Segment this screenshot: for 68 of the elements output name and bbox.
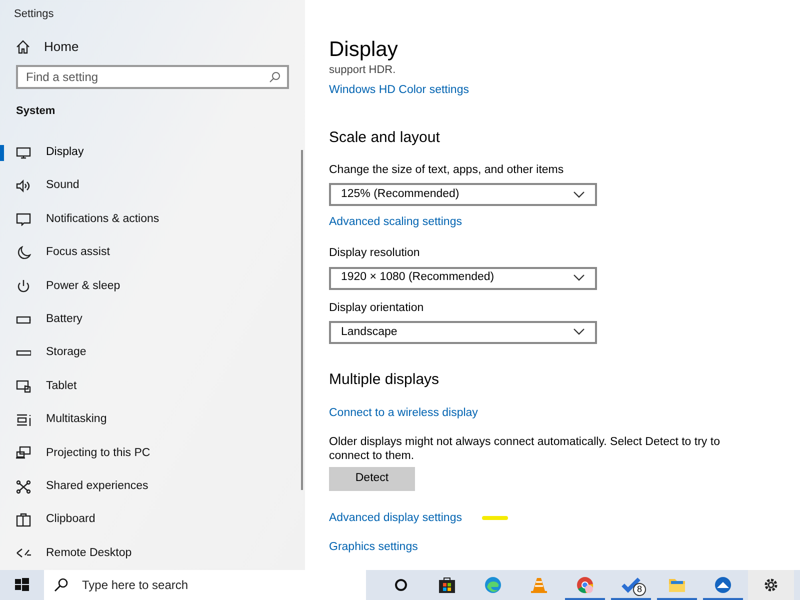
chevron-down-icon — [573, 328, 585, 336]
shared-icon — [16, 480, 31, 494]
highlight-mark — [482, 516, 508, 520]
taskbar-search-field[interactable]: Type here to search — [44, 570, 366, 600]
link[interactable]: Graphics settings — [329, 538, 418, 556]
windows-icon — [15, 578, 29, 591]
running-indicator — [703, 598, 743, 600]
sidebar-item[interactable]: Notifications & actions — [0, 202, 305, 236]
home-icon — [16, 40, 30, 54]
mountain-circle-icon — [713, 575, 733, 595]
description-text: support HDR. — [329, 64, 396, 76]
message-icon — [16, 212, 31, 226]
moon-icon — [16, 246, 31, 260]
chevron-down-icon — [573, 274, 585, 282]
traffic-cone-icon — [529, 575, 549, 595]
sidebar-item[interactable]: Multitasking — [0, 403, 305, 436]
search-icon — [54, 578, 68, 592]
checkmark-icon — [621, 575, 641, 595]
sidebar-item[interactable]: Clipboard — [0, 503, 305, 537]
shopping-bag-icon — [437, 575, 457, 595]
link[interactable]: Connect to a wireless display — [329, 405, 478, 422]
page-title: Display — [329, 37, 399, 63]
projecting-icon — [16, 446, 31, 460]
remote-icon — [16, 546, 31, 560]
power-icon — [16, 279, 31, 294]
search-field[interactable]: Find a setting — [16, 65, 289, 90]
sidebar-item[interactable]: Storage — [0, 336, 305, 370]
chevron-down-icon — [573, 190, 585, 198]
taskbar-app[interactable]: 8 — [608, 570, 654, 600]
search-icon — [269, 71, 281, 84]
link[interactable]: Advanced scaling settings — [329, 214, 462, 232]
section-heading: Multiple displays — [329, 370, 440, 390]
dropdown[interactable]: 125% (Recommended) — [329, 183, 597, 206]
description-text: Older displays might not always connect automatically. Select Detect to try to connect to them. — [329, 434, 721, 462]
running-indicator — [657, 598, 697, 600]
field-label: Display resolution — [329, 246, 421, 262]
monitor-icon — [16, 146, 31, 160]
sidebar-item[interactable]: Focus assist — [0, 236, 305, 270]
browser-profile-icon — [575, 575, 595, 595]
sidebar-item[interactable]: Power & sleep — [0, 269, 305, 303]
sidebar-item[interactable]: Shared experiences — [0, 470, 305, 504]
section-heading: Scale and layout — [329, 128, 441, 148]
sidebar-item[interactable]: Tablet — [0, 370, 305, 404]
field-label: Change the size of text, apps, and other items — [329, 162, 565, 178]
taskbar-app[interactable] — [748, 570, 794, 600]
multitasking-icon — [16, 412, 31, 427]
section-heading: System — [15, 104, 56, 120]
wave-logo-icon — [483, 575, 503, 595]
count-badge: 8 — [633, 583, 646, 596]
dropdown[interactable]: 1920 × 1080 (Recommended) — [329, 266, 597, 290]
sidebar-item[interactable]: Display — [0, 136, 305, 170]
link[interactable]: Advanced display settings — [329, 510, 462, 527]
detect-button[interactable]: Detect — [329, 466, 415, 490]
clipboard-icon — [16, 512, 31, 527]
running-indicator — [611, 598, 651, 600]
running-indicator — [565, 598, 605, 600]
tablet-icon — [16, 379, 31, 394]
sidebar-item[interactable]: Remote Desktop — [0, 536, 305, 570]
sidebar-item[interactable]: Projecting to this PC — [0, 436, 305, 470]
window-title: Settings — [13, 7, 55, 22]
link[interactable]: Windows HD Color settings — [329, 82, 469, 100]
home-link[interactable]: Home — [0, 32, 305, 62]
sidebar-item[interactable]: Sound — [0, 169, 305, 203]
dropdown[interactable]: Landscape — [329, 320, 597, 344]
sidebar-item[interactable]: Battery — [0, 302, 305, 336]
scrollbar[interactable] — [301, 150, 303, 490]
field-label: Display orientation — [329, 300, 425, 316]
speaker-icon — [16, 179, 31, 193]
